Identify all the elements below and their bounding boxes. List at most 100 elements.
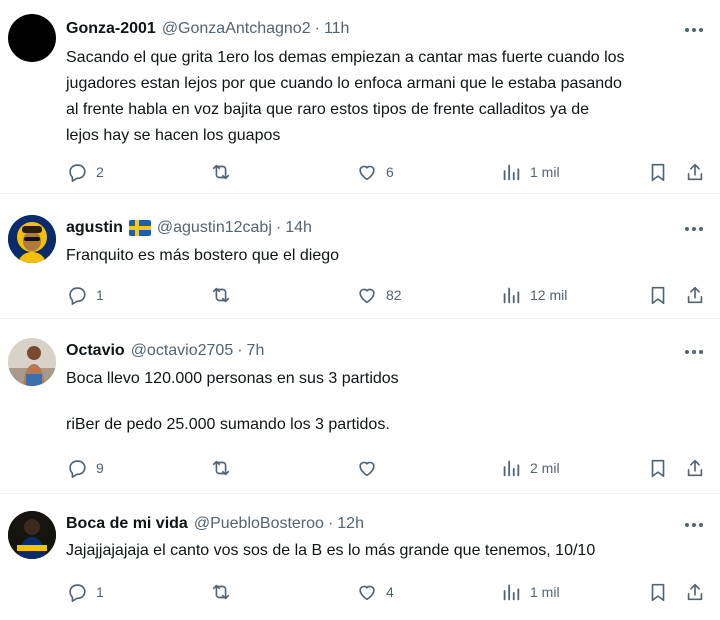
views-button[interactable]: 12 mil [500,283,567,307]
share-button[interactable] [684,580,706,604]
like-count: 4 [386,584,394,600]
bookmark-button[interactable] [647,160,669,184]
avatar[interactable] [8,338,56,386]
user-handle[interactable]: @agustin12cabj [157,219,272,237]
reply-count: 2 [96,164,104,180]
like-button[interactable] [356,456,386,480]
separator-dot: · [275,219,282,236]
user-handle[interactable]: @GonzaAntchagno2 [162,20,311,38]
tweet-header: Octavio @octavio2705 · 7h [66,340,264,362]
avatar[interactable] [8,215,56,263]
reply-button[interactable]: 9 [66,456,104,480]
more-options-icon[interactable] [682,515,706,535]
reply-count: 9 [96,460,104,476]
separator-dot: · [237,342,243,359]
avatar[interactable] [8,14,56,62]
more-options-icon[interactable] [682,219,706,239]
tweet-2[interactable]: agustin @agustin12cabj · 14h Franquito e… [0,195,720,319]
timestamp[interactable]: 14h [285,219,312,237]
boca-avatar-image [8,511,56,559]
views-chart-icon [503,460,520,477]
more-options-icon[interactable] [682,342,706,362]
bookmark-icon [651,583,665,602]
tweet-text: Jajajjajajaja el canto vos sos de la B e… [66,538,706,564]
share-icon [687,459,703,477]
bookmark-button[interactable] [647,580,669,604]
timestamp[interactable]: 12h [337,515,364,533]
like-count: 82 [386,287,402,303]
heart-icon [359,585,375,601]
heart-icon [359,461,375,477]
reply-button[interactable]: 1 [66,283,104,307]
retweet-button[interactable] [210,456,240,480]
retweet-icon [212,460,230,476]
share-button[interactable] [684,160,706,184]
like-button[interactable]: 82 [356,283,402,307]
action-bar: 9 2 mil [0,456,720,480]
display-name[interactable]: agustin [66,219,123,237]
share-icon [687,583,703,601]
bookmark-icon [651,286,665,305]
bookmark-button[interactable] [647,456,669,480]
share-button[interactable] [684,283,706,307]
reply-icon [69,287,86,305]
user-handle[interactable]: @octavio2705 [131,342,234,360]
like-count: 6 [386,164,394,180]
views-button[interactable]: 1 mil [500,580,560,604]
tweet-1[interactable]: Gonza-2001 @GonzaAntchagno2 · 11h Sacand… [0,0,720,194]
tweet-text: Franquito es más bostero que el diego [66,243,706,269]
reply-button[interactable]: 2 [66,160,104,184]
bookmark-icon [651,459,665,478]
tweet-text: Sacando el que grita 1ero los demas empi… [66,45,706,149]
views-chart-icon [503,584,520,601]
heart-icon [359,165,375,181]
reply-count: 1 [96,287,104,303]
reply-icon [69,460,86,478]
tweet-header: Gonza-2001 @GonzaAntchagno2 · 11h [66,18,349,40]
tweet-text-line: Sacando el que grita 1ero los demas empi… [66,49,625,66]
like-button[interactable]: 6 [356,160,394,184]
tweet-4[interactable]: Boca de mi vida @PuebloBosteroo · 12h Ja… [0,495,720,620]
views-button[interactable]: 1 mil [500,160,560,184]
view-count: 1 mil [530,584,560,600]
tweet-text-line: lejos hay se hacen los guapos [66,127,281,144]
retweet-button[interactable] [210,580,240,604]
action-bar: 1 4 1 mil [0,580,720,604]
heart-icon [359,288,375,304]
display-name[interactable]: Gonza-2001 [66,20,156,38]
bookmark-button[interactable] [647,283,669,307]
timestamp[interactable]: 11h [324,20,350,38]
share-button[interactable] [684,456,706,480]
separator-dot: · [327,515,334,532]
tweet-3[interactable]: Octavio @octavio2705 · 7h Boca llevo 120… [0,320,720,494]
view-count: 2 mil [530,460,560,476]
tweet-header: Boca de mi vida @PuebloBosteroo · 12h [66,513,364,535]
tweet-text-line: Franquito es más bostero que el diego [66,247,340,264]
reply-icon [69,584,86,602]
action-bar: 2 6 1 mil [0,160,720,184]
reply-count: 1 [96,584,104,600]
like-button[interactable]: 4 [356,580,394,604]
retweet-button[interactable] [210,283,240,307]
timestamp[interactable]: 7h [247,342,265,360]
separator-dot: · [314,20,320,37]
reply-icon [69,164,86,182]
retweet-button[interactable] [210,160,240,184]
tweet-text-line: jugadores estan lejos por que cuando lo … [66,75,622,92]
avatar[interactable] [8,511,56,559]
reply-button[interactable]: 1 [66,580,104,604]
view-count: 12 mil [530,287,568,303]
more-options-icon[interactable] [682,20,706,40]
retweet-icon [212,584,230,600]
action-bar: 1 82 12 mil [0,283,720,307]
tweet-text-line: riBer de pedo 25.000 sumando los 3 parti… [66,416,390,433]
bookmark-icon [651,163,665,182]
user-handle[interactable]: @PuebloBosteroo [194,515,324,533]
sweden-flag-icon [128,220,151,236]
views-button[interactable]: 2 mil [500,456,560,480]
tweet-text-line: Boca llevo 120.000 personas en sus 3 par… [66,370,399,387]
display-name[interactable]: Octavio [66,342,125,360]
display-name[interactable]: Boca de mi vida [66,515,188,533]
cartoon-avatar-image [8,215,56,263]
retweet-icon [212,164,230,180]
